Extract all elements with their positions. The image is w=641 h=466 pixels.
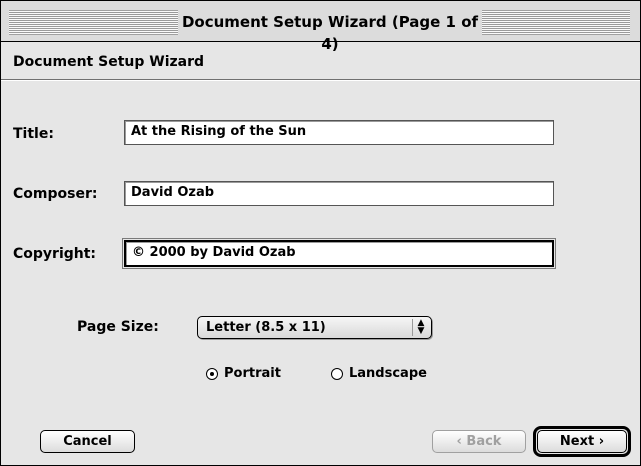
- landscape-label: Landscape: [349, 366, 427, 381]
- composer-label: Composer:: [13, 186, 98, 202]
- portrait-label: Portrait: [224, 366, 281, 381]
- title-bar-stripes: [9, 10, 178, 35]
- title-bar-stripes: [482, 10, 630, 35]
- title-label: Title:: [13, 126, 54, 142]
- back-button[interactable]: ‹ Back: [432, 430, 526, 453]
- composer-field[interactable]: David Ozab: [124, 181, 554, 206]
- portrait-radio[interactable]: Portrait: [206, 366, 306, 384]
- popup-arrows-icon: ▲ ▼: [412, 319, 429, 336]
- copyright-field[interactable]: © 2000 by David Ozab: [122, 238, 556, 269]
- wizard-header: Document Setup Wizard: [1, 42, 640, 80]
- wizard-window: Document Setup Wizard (Page 1 of 4) Docu…: [0, 0, 641, 466]
- radio-selected-icon: [206, 368, 218, 380]
- title-bar[interactable]: Document Setup Wizard (Page 1 of 4): [1, 1, 640, 53]
- landscape-radio[interactable]: Landscape: [331, 366, 451, 384]
- title-field[interactable]: At the Rising of the Sun: [124, 120, 554, 145]
- radio-unselected-icon: [331, 368, 343, 380]
- page-size-label: Page Size:: [77, 319, 159, 335]
- wizard-heading: Document Setup Wizard: [13, 54, 205, 70]
- page-size-popup[interactable]: Letter (8.5 x 11) ▲ ▼: [197, 316, 432, 339]
- next-button[interactable]: Next ›: [537, 430, 627, 453]
- cancel-button[interactable]: Cancel: [40, 430, 135, 453]
- window-title: Document Setup Wizard (Page 1 of 4): [178, 11, 482, 53]
- page-size-value: Letter (8.5 x 11): [206, 320, 326, 335]
- copyright-label: Copyright:: [13, 246, 97, 262]
